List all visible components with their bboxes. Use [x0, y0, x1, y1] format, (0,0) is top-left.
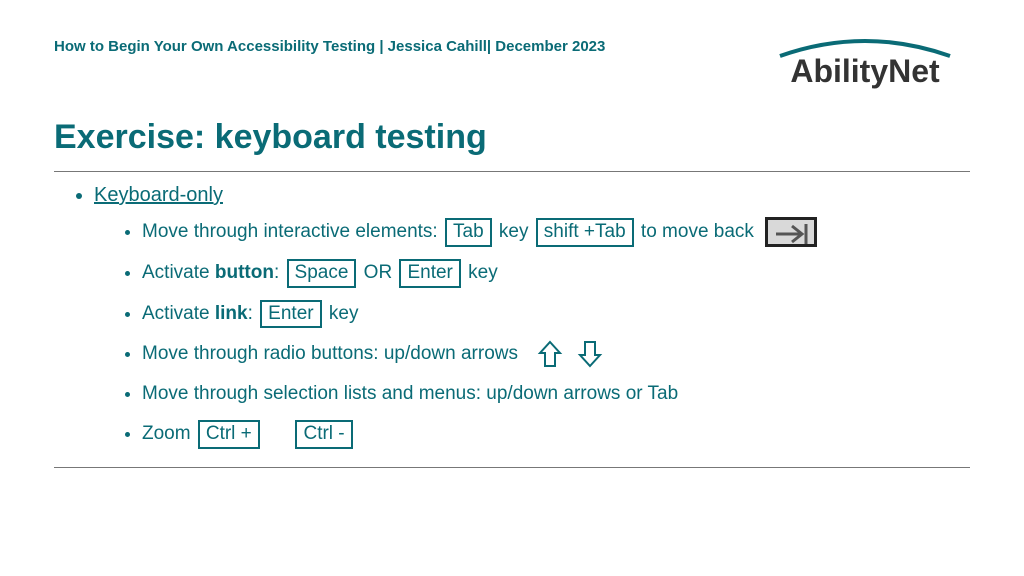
text: key	[499, 221, 529, 242]
text: Zoom	[142, 423, 196, 444]
arrow-up-icon	[537, 340, 563, 368]
breadcrumb: How to Begin Your Own Accessibility Test…	[54, 38, 605, 55]
slide-title: Exercise: keyboard testing	[54, 118, 970, 157]
text: Move through selection lists and menus: …	[142, 383, 678, 404]
key-enter: Enter	[399, 259, 460, 288]
key-enter: Enter	[260, 300, 321, 329]
text: :	[248, 303, 259, 324]
text: key	[324, 303, 359, 324]
key-ctrl-plus: Ctrl +	[198, 420, 260, 449]
text: Move through radio buttons: up/down arro…	[142, 343, 518, 364]
tab-key-icon	[765, 217, 817, 247]
text: key	[463, 262, 498, 283]
arrow-icons	[533, 340, 606, 368]
key-space: Space	[287, 259, 357, 288]
divider-top	[54, 171, 970, 172]
outer-item: Keyboard-only Move through interactive e…	[94, 184, 970, 449]
arrow-down-icon	[577, 340, 603, 368]
slide: How to Begin Your Own Accessibility Test…	[0, 0, 1024, 576]
header-row: How to Begin Your Own Accessibility Test…	[54, 38, 970, 94]
abilitynet-logo: AbilityNet	[760, 34, 970, 94]
text	[262, 423, 294, 444]
text: :	[274, 262, 285, 283]
outer-label: Keyboard-only	[94, 184, 223, 206]
list-item: Move through interactive elements: Tab k…	[142, 217, 970, 247]
text: Activate	[142, 262, 215, 283]
key-tab: Tab	[445, 218, 492, 247]
list-item: Move through selection lists and menus: …	[142, 380, 970, 408]
text-bold: link	[215, 303, 248, 324]
outer-list: Keyboard-only Move through interactive e…	[54, 184, 970, 449]
svg-text:AbilityNet: AbilityNet	[790, 53, 940, 89]
list-item: Activate link: Enter key	[142, 300, 970, 329]
divider-bottom	[54, 467, 970, 468]
key-ctrl-minus: Ctrl -	[295, 420, 352, 449]
text: OR	[358, 262, 397, 283]
text: Move through interactive elements:	[142, 221, 438, 242]
key-shift-tab: shift +Tab	[536, 218, 634, 247]
text: to move back	[641, 221, 754, 242]
text: Activate	[142, 303, 215, 324]
list-item: Move through radio buttons: up/down arro…	[142, 340, 970, 368]
inner-list: Move through interactive elements: Tab k…	[94, 217, 970, 449]
text-bold: button	[215, 262, 274, 283]
list-item: Zoom Ctrl + Ctrl -	[142, 420, 970, 449]
list-item: Activate button: Space OR Enter key	[142, 259, 970, 288]
